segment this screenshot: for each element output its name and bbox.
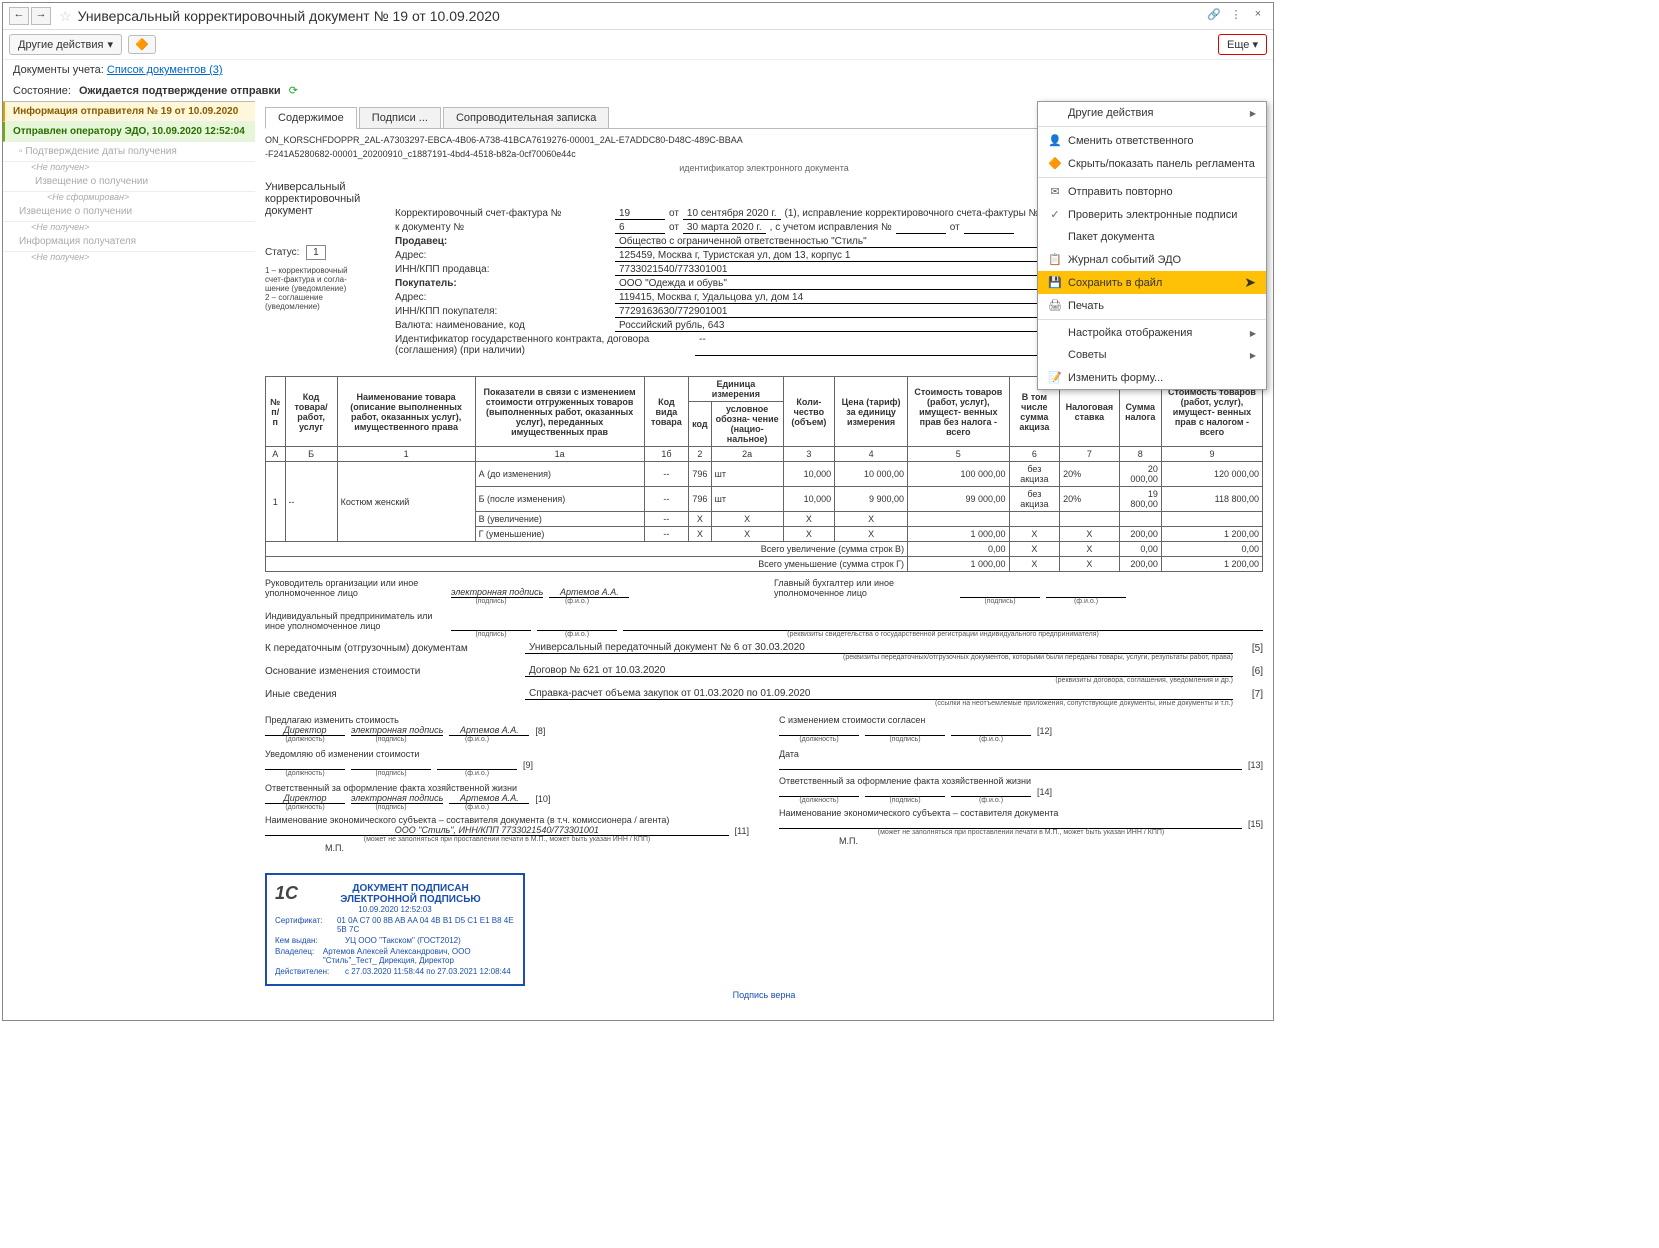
menu-save-file[interactable]: 💾Сохранить в файл➤ — [1038, 271, 1266, 294]
link-icon[interactable]: 🔗 — [1205, 8, 1223, 24]
sidebar-item-notice2[interactable]: Извещение о получении — [3, 202, 255, 222]
cursor-icon: ➤ — [1244, 274, 1256, 291]
user-icon: 👤 — [1048, 134, 1062, 147]
more-menu: Другие действия▶ 👤Сменить ответственного… — [1037, 101, 1267, 390]
docs-link[interactable]: Список документов (3) — [107, 64, 223, 76]
docs-label: Документы учета: — [13, 64, 104, 76]
panel-icon: 🔶 — [1048, 157, 1062, 170]
menu-edit-form[interactable]: 📝Изменить форму... — [1038, 366, 1266, 389]
menu-package[interactable]: Пакет документа — [1038, 226, 1266, 248]
menu-journal[interactable]: 📋Журнал событий ЭДО — [1038, 248, 1266, 271]
check-icon: ✓ — [1048, 208, 1062, 221]
sidebar-item-recipient[interactable]: Информация получателя — [3, 232, 255, 252]
star-icon[interactable]: ☆ — [59, 8, 72, 25]
menu-change-owner[interactable]: 👤Сменить ответственного — [1038, 129, 1266, 152]
goods-table: № п/пКод товара/ работ, услугНаименовани… — [265, 376, 1263, 572]
sidebar-item-notice1[interactable]: Извещение о получении — [3, 172, 255, 192]
more-button[interactable]: Еще ▾ — [1218, 34, 1267, 55]
menu-tips[interactable]: Советы▶ — [1038, 344, 1266, 366]
send-icon: ✉ — [1048, 185, 1062, 198]
state-label: Состояние: — [13, 85, 71, 97]
nav-back[interactable]: ← — [9, 7, 29, 25]
tab-signatures[interactable]: Подписи ... — [359, 107, 441, 128]
menu-resend[interactable]: ✉Отправить повторно — [1038, 180, 1266, 203]
menu-verify[interactable]: ✓Проверить электронные подписи — [1038, 203, 1266, 226]
other-actions-button[interactable]: Другие действия ▾ — [9, 34, 122, 55]
sidebar-item-confirm[interactable]: ▫ Подтверждение даты получения — [3, 142, 255, 162]
window-title: Универсальный корректировочный документ … — [78, 8, 1201, 24]
refresh-icon[interactable]: ⟳ — [289, 84, 298, 97]
chevron-down-icon: ▾ — [107, 38, 113, 51]
close-icon[interactable]: × — [1249, 8, 1267, 24]
print-icon: 🖨 — [1048, 299, 1062, 312]
menu-other-actions[interactable]: Другие действия▶ — [1038, 102, 1266, 124]
sidebar-item-sender-info[interactable]: Информация отправителя № 19 от 10.09.202… — [3, 102, 255, 122]
menu-toggle-panel[interactable]: 🔶Скрыть/показать панель регламента — [1038, 152, 1266, 175]
state-value: Ожидается подтверждение отправки — [79, 85, 281, 97]
sidebar: Информация отправителя № 19 от 10.09.202… — [3, 101, 255, 1020]
sidebar-item-sent[interactable]: Отправлен оператору ЭДО, 10.09.2020 12:5… — [3, 122, 255, 142]
journal-icon: 📋 — [1048, 253, 1062, 266]
save-icon: 💾 — [1048, 276, 1062, 289]
menu-print[interactable]: 🖨Печать — [1038, 294, 1266, 317]
tab-note[interactable]: Сопроводительная записка — [443, 107, 609, 128]
menu-dots[interactable]: ⋮ — [1227, 8, 1245, 24]
hierarchy-button[interactable]: 🔶 — [128, 35, 156, 54]
nav-fwd[interactable]: → — [31, 7, 51, 25]
form-icon: 📝 — [1048, 371, 1062, 384]
tab-content[interactable]: Содержимое — [265, 107, 357, 129]
signature-stamp: 1C ДОКУМЕНТ ПОДПИСАН ЭЛЕКТРОННОЙ ПОДПИСЬ… — [265, 873, 525, 986]
menu-display[interactable]: Настройка отображения▶ — [1038, 322, 1266, 344]
